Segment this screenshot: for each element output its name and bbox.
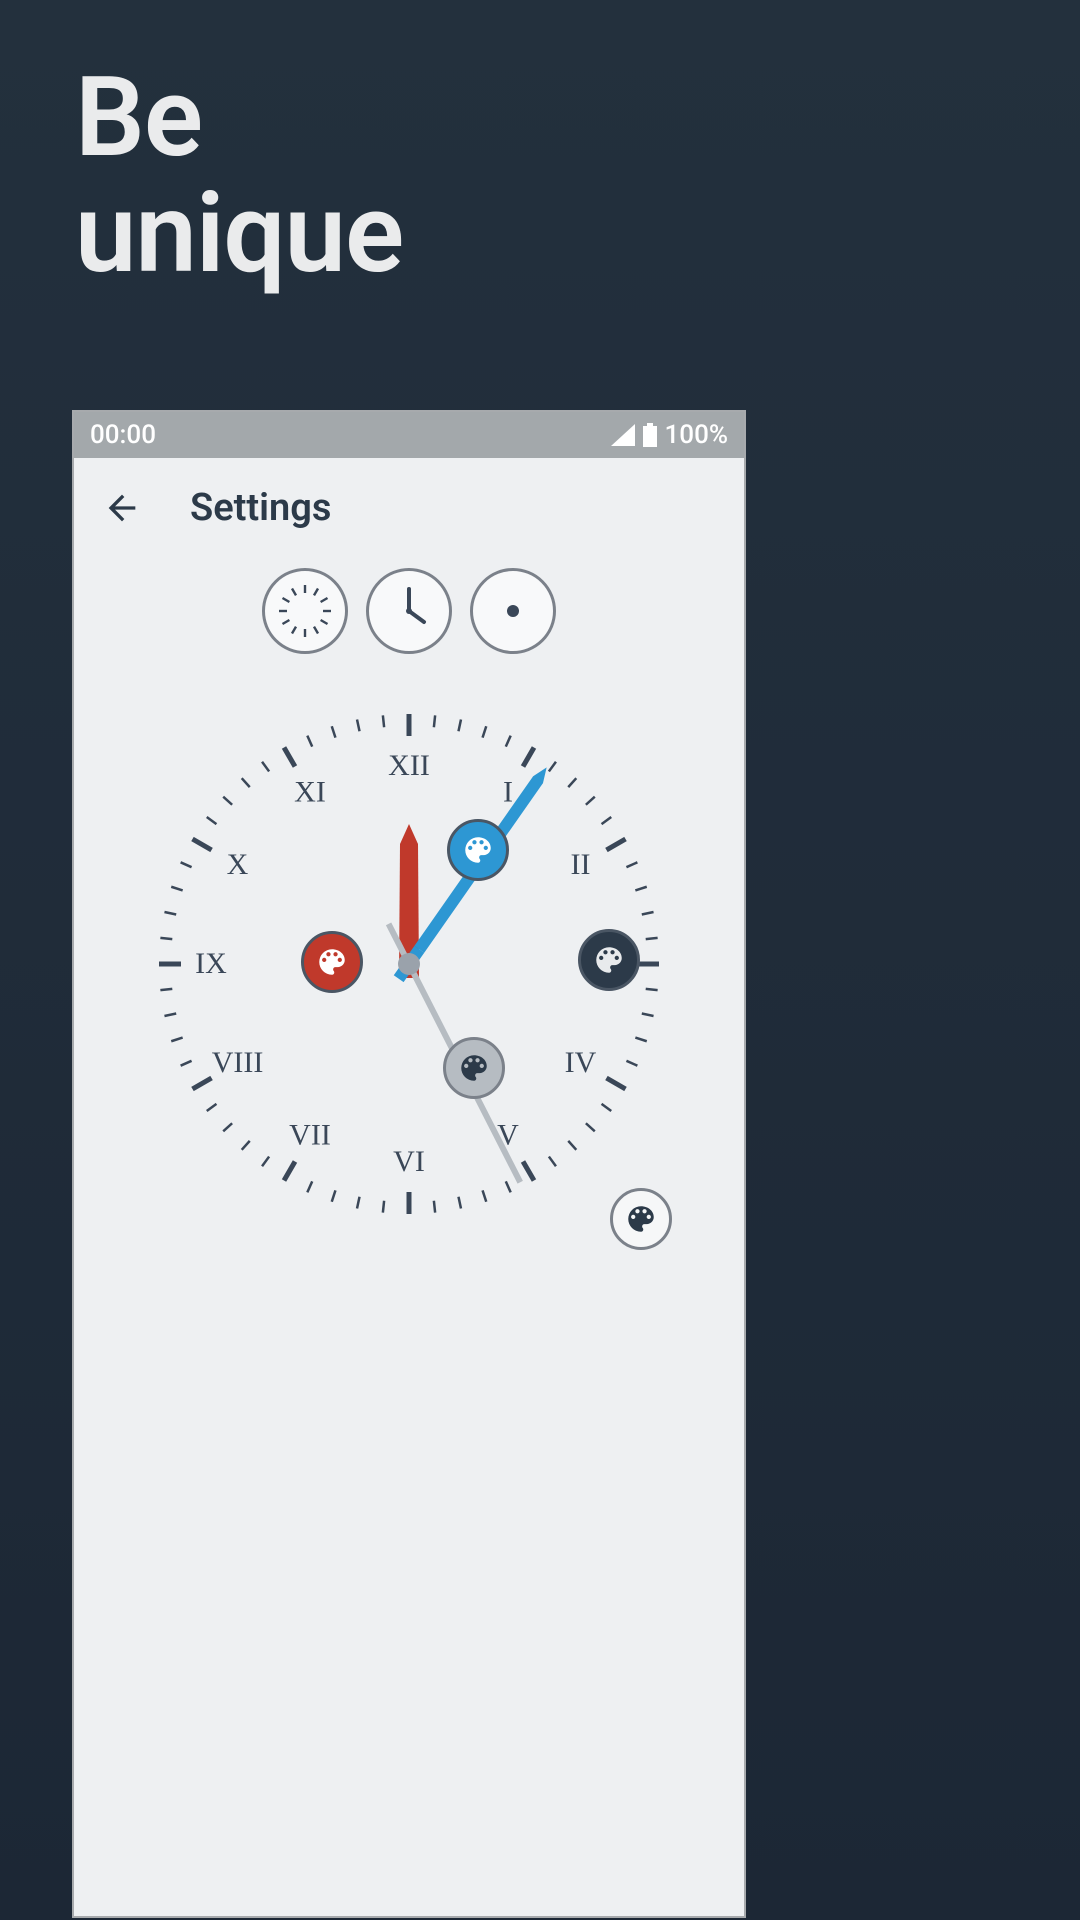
back-button[interactable] xyxy=(94,480,150,536)
svg-text:VIII: VIII xyxy=(212,1046,264,1079)
status-time: 00:00 xyxy=(90,420,156,450)
promo-headline: Be unique xyxy=(75,60,403,291)
palette-minute-hand[interactable] xyxy=(447,819,509,881)
clock-face: XIIIIIIIIIVVVIVIIVIIIIXXXI xyxy=(149,704,669,1224)
clock-style-row xyxy=(74,568,744,654)
promo-line1: Be xyxy=(75,53,202,182)
battery-percent: 100% xyxy=(665,420,728,450)
svg-text:I: I xyxy=(503,775,513,808)
svg-text:VII: VII xyxy=(289,1118,331,1151)
svg-text:II: II xyxy=(571,848,591,881)
svg-text:X: X xyxy=(227,848,249,881)
status-bar: 00:00 100% xyxy=(74,412,744,458)
palette-icon xyxy=(315,945,349,979)
svg-text:IX: IX xyxy=(195,947,227,980)
palette-hour-hand[interactable] xyxy=(301,931,363,993)
style-option-dot[interactable] xyxy=(470,568,556,654)
center-dot-icon xyxy=(483,581,543,641)
palette-background[interactable] xyxy=(610,1188,672,1250)
signal-icon xyxy=(611,424,635,446)
status-right-cluster: 100% xyxy=(611,420,728,450)
style-option-hands[interactable] xyxy=(366,568,452,654)
svg-text:VI: VI xyxy=(393,1145,425,1178)
palette-second-hand[interactable] xyxy=(443,1037,505,1099)
palette-icon xyxy=(592,943,626,977)
svg-text:IV: IV xyxy=(565,1046,597,1079)
promo-line2: unique xyxy=(75,169,403,298)
page-title: Settings xyxy=(190,486,331,530)
palette-face[interactable] xyxy=(578,929,640,991)
app-bar: Settings xyxy=(74,458,744,558)
palette-icon xyxy=(457,1051,491,1085)
palette-icon xyxy=(624,1202,658,1236)
svg-text:XII: XII xyxy=(388,749,430,782)
style-option-ticks[interactable] xyxy=(262,568,348,654)
arrow-left-icon xyxy=(102,488,142,528)
clock-hands-icon xyxy=(379,581,439,641)
ticks-dial-icon xyxy=(275,581,335,641)
battery-icon xyxy=(643,423,657,447)
palette-icon xyxy=(461,833,495,867)
svg-text:XI: XI xyxy=(294,775,326,808)
phone-frame: 00:00 100% Settings xyxy=(72,410,746,1918)
